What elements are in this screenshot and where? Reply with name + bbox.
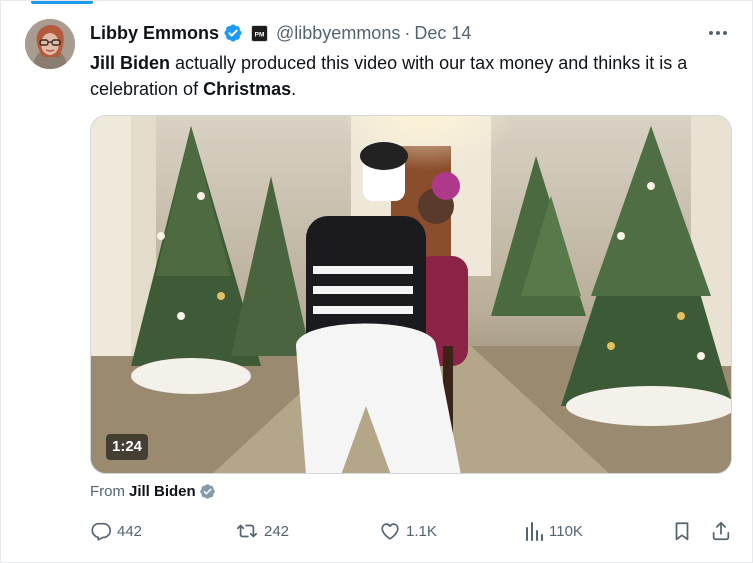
reply-count: 442	[117, 522, 143, 540]
selection-indicator	[31, 1, 93, 4]
gray-verified-badge-icon	[199, 483, 215, 499]
action-bar: 442 242 1.1K 110K	[90, 517, 735, 545]
tweet-text-body: actually produced this video with our ta…	[90, 53, 688, 99]
source-name[interactable]: Jill Biden	[129, 483, 196, 500]
tweet-card[interactable]: Libby Emmons PM @libbyemmons · Dec 14 Ji…	[0, 0, 753, 563]
avatar[interactable]	[25, 19, 75, 69]
video-player[interactable]	[90, 115, 732, 474]
author-name[interactable]: Libby Emmons	[90, 23, 219, 44]
repost-count: 242	[264, 522, 290, 540]
video-frame	[91, 116, 731, 473]
tweet-header: Libby Emmons PM @libbyemmons · Dec 14	[90, 21, 471, 45]
reply-icon	[91, 522, 111, 541]
verified-badge-icon[interactable]	[223, 23, 243, 43]
video-source: From Jill Biden	[90, 481, 216, 501]
repost-icon	[237, 524, 257, 538]
tweet-text-end: .	[291, 79, 297, 99]
source-prefix: From	[90, 482, 125, 500]
separator: ·	[404, 22, 411, 43]
more-icon[interactable]	[706, 23, 730, 43]
reply-button[interactable]: 442	[90, 517, 142, 545]
mention-jill-biden: Jill Biden	[90, 53, 171, 73]
post-date[interactable]: Dec 14	[414, 23, 471, 44]
bookmark-button[interactable]	[671, 517, 698, 545]
like-button[interactable]: 1.1K	[379, 517, 437, 545]
share-icon	[712, 521, 730, 541]
video-duration-badge: 1:24	[106, 434, 149, 460]
views-icon	[526, 522, 543, 541]
view-count: 110K	[549, 522, 583, 540]
bookmark-icon	[675, 522, 689, 541]
repost-button[interactable]: 242	[235, 517, 289, 545]
like-count: 1.1K	[406, 522, 437, 540]
christmas-word: Christmas	[203, 79, 292, 99]
heart-icon	[381, 523, 399, 540]
views-button[interactable]: 110K	[524, 517, 583, 545]
tweet-text: Jill Biden actually produced this video …	[90, 50, 740, 102]
author-handle[interactable]: @libbyemmons	[276, 23, 400, 44]
affiliation-badge-icon[interactable]: PM	[251, 24, 269, 42]
share-button[interactable]	[710, 517, 737, 545]
svg-text:PM: PM	[255, 31, 265, 38]
